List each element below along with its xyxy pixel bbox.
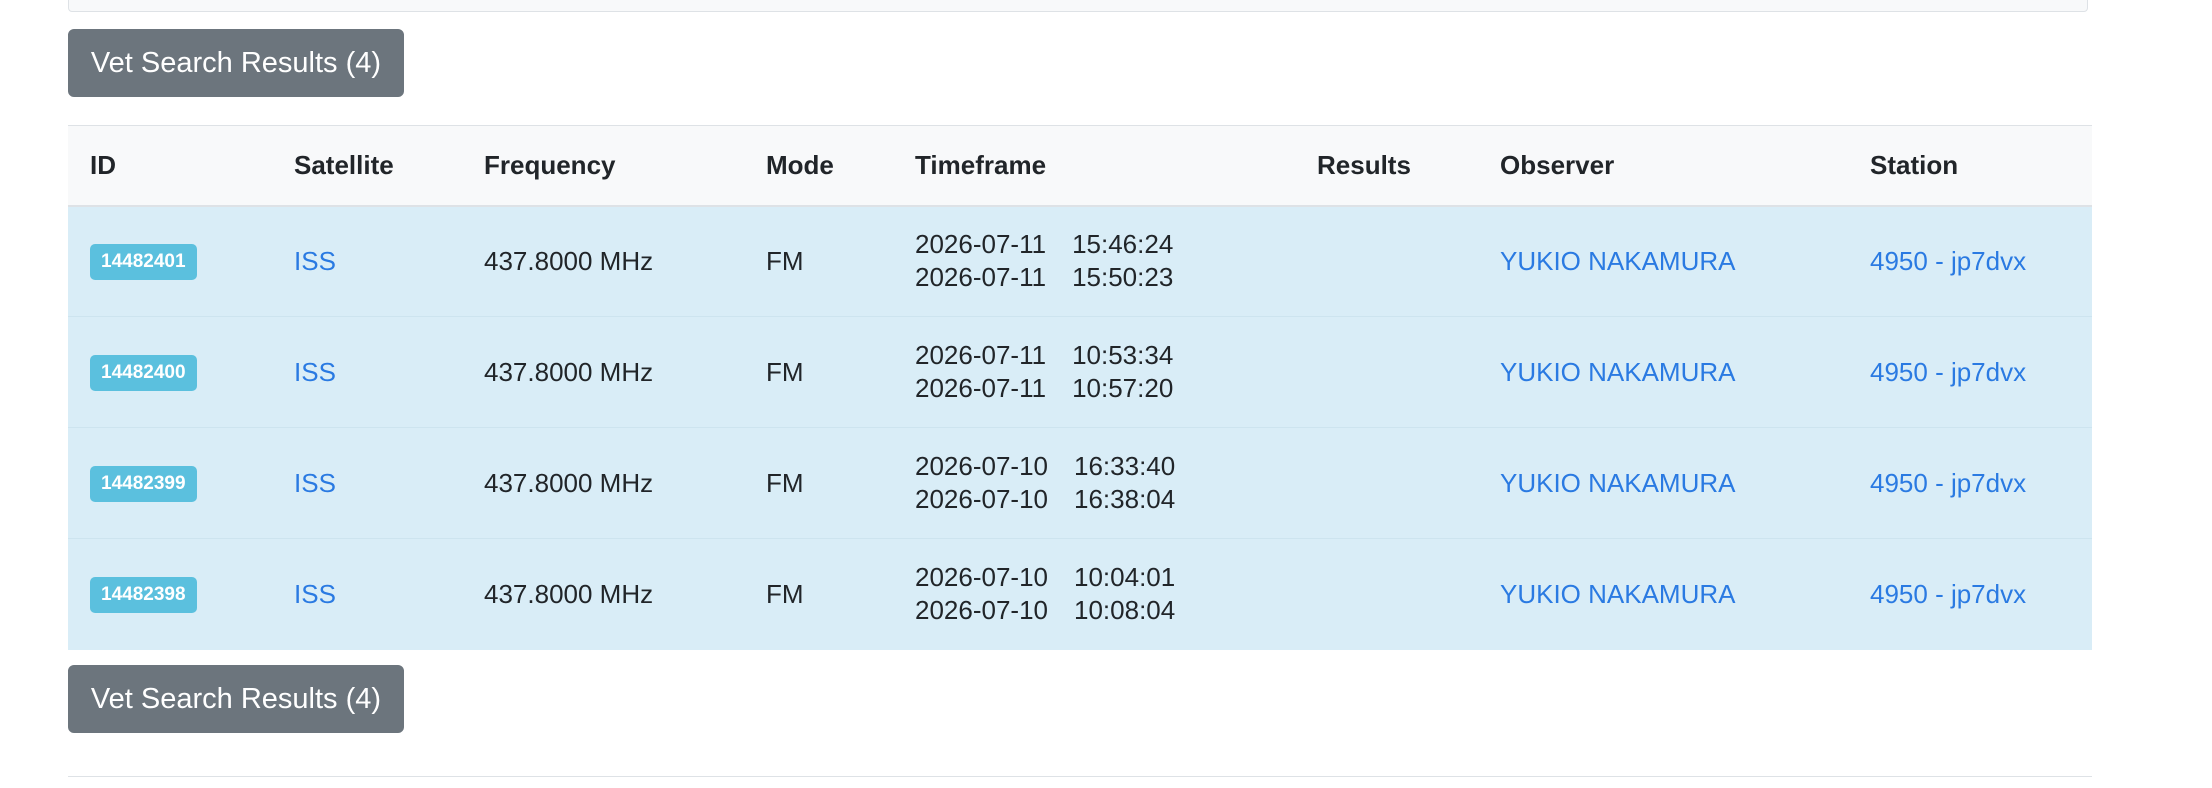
end-date: 2026-07-10 [915,595,1048,626]
station-link[interactable]: 4950 - jp7dvx [1870,357,2026,387]
table-row[interactable]: 14482399 ISS 437.8000 MHz FM 2026-07-10 1… [68,427,2092,539]
cell-satellite: ISS [272,316,462,428]
observer-link[interactable]: YUKIO NAKAMURA [1500,468,1736,498]
cell-timeframe: 2026-07-11 10:53:34 2026-07-11 10:57:20 [893,316,1295,428]
start-date: 2026-07-11 [915,229,1047,260]
cell-satellite: ISS [272,538,462,650]
cell-id: 14482400 [68,316,272,428]
timeframe-start: 2026-07-10 16:33:40 [915,450,1295,483]
header-station: Station [1848,125,2092,207]
cell-mode: FM [744,538,893,650]
start-time: 10:04:01 [1074,562,1176,593]
cell-station: 4950 - jp7dvx [1848,538,2092,650]
timeframe-start: 2026-07-11 15:46:24 [915,228,1295,261]
end-time: 10:08:04 [1074,595,1176,626]
cell-observer: YUKIO NAKAMURA [1478,205,1848,317]
end-time: 16:38:04 [1074,484,1176,514]
satellite-link[interactable]: ISS [294,246,336,276]
observations-table: ID Satellite Frequency Mode Timeframe Re… [68,125,2092,650]
filter-panel [68,0,2088,12]
observation-id-badge[interactable]: 14482400 [90,354,197,391]
end-time: 15:50:23 [1072,262,1174,293]
start-time: 16:33:40 [1074,451,1176,481]
satellite-link[interactable]: ISS [294,579,336,609]
cell-results [1295,427,1478,539]
station-link[interactable]: 4950 - jp7dvx [1870,246,2026,276]
start-time: 10:53:34 [1072,340,1174,370]
cell-satellite: ISS [272,205,462,317]
timeframe-end: 2026-07-10 16:38:04 [915,483,1295,516]
cell-results [1295,316,1478,428]
timeframe-start: 2026-07-10 10:04:01 [915,561,1295,594]
cell-timeframe: 2026-07-10 10:04:01 2026-07-10 10:08:04 [893,538,1295,650]
observations-page: Vet Search Results (4) ID Satellite Freq… [0,0,2212,788]
timeframe-start: 2026-07-11 10:53:34 [915,339,1295,372]
header-satellite: Satellite [272,125,462,207]
satellite-link[interactable]: ISS [294,357,336,387]
table-row[interactable]: 14482398 ISS 437.8000 MHz FM 2026-07-10 1… [68,538,2092,650]
end-date: 2026-07-11 [915,262,1047,293]
start-date: 2026-07-11 [915,340,1047,370]
end-date: 2026-07-11 [915,373,1047,403]
observation-id-badge[interactable]: 14482398 [90,576,197,613]
cell-station: 4950 - jp7dvx [1848,427,2092,539]
station-link[interactable]: 4950 - jp7dvx [1870,579,2026,609]
header-observer: Observer [1478,125,1848,207]
vet-search-results-button-top[interactable]: Vet Search Results (4) [68,29,404,97]
cell-timeframe: 2026-07-10 16:33:40 2026-07-10 16:38:04 [893,427,1295,539]
timeframe-end: 2026-07-10 10:08:04 [915,594,1295,627]
table-row[interactable]: 14482401 ISS 437.8000 MHz FM 2026-07-11 1… [68,205,2092,317]
header-id: ID [68,125,272,207]
header-mode: Mode [744,125,893,207]
cell-observer: YUKIO NAKAMURA [1478,538,1848,650]
observation-id-badge[interactable]: 14482399 [90,465,197,502]
cell-mode: FM [744,205,893,317]
footer-divider [68,776,2092,777]
cell-observer: YUKIO NAKAMURA [1478,316,1848,428]
start-time: 15:46:24 [1072,229,1174,260]
observation-id-badge[interactable]: 14482401 [90,243,197,280]
header-timeframe: Timeframe [893,125,1295,207]
cell-station: 4950 - jp7dvx [1848,205,2092,317]
cell-results [1295,538,1478,650]
observer-link[interactable]: YUKIO NAKAMURA [1500,246,1736,276]
timeframe-end: 2026-07-11 15:50:23 [915,261,1295,294]
timeframe-end: 2026-07-11 10:57:20 [915,372,1295,405]
cell-frequency: 437.8000 MHz [462,427,744,539]
table-row[interactable]: 14482400 ISS 437.8000 MHz FM 2026-07-11 1… [68,316,2092,428]
cell-mode: FM [744,316,893,428]
vet-search-results-button-bottom[interactable]: Vet Search Results (4) [68,665,404,733]
cell-frequency: 437.8000 MHz [462,205,744,317]
start-date: 2026-07-10 [915,451,1048,481]
cell-satellite: ISS [272,427,462,539]
header-results: Results [1295,125,1478,207]
observer-link[interactable]: YUKIO NAKAMURA [1500,357,1736,387]
observer-link[interactable]: YUKIO NAKAMURA [1500,579,1736,609]
cell-id: 14482399 [68,427,272,539]
end-time: 10:57:20 [1072,373,1174,403]
cell-station: 4950 - jp7dvx [1848,316,2092,428]
cell-frequency: 437.8000 MHz [462,538,744,650]
cell-mode: FM [744,427,893,539]
cell-timeframe: 2026-07-11 15:46:24 2026-07-11 15:50:23 [893,205,1295,317]
station-link[interactable]: 4950 - jp7dvx [1870,468,2026,498]
cell-id: 14482398 [68,538,272,650]
header-frequency: Frequency [462,125,744,207]
cell-id: 14482401 [68,205,272,317]
cell-frequency: 437.8000 MHz [462,316,744,428]
cell-results [1295,205,1478,317]
end-date: 2026-07-10 [915,484,1048,514]
satellite-link[interactable]: ISS [294,468,336,498]
table-header-row: ID Satellite Frequency Mode Timeframe Re… [68,125,2092,207]
cell-observer: YUKIO NAKAMURA [1478,427,1848,539]
start-date: 2026-07-10 [915,562,1048,593]
